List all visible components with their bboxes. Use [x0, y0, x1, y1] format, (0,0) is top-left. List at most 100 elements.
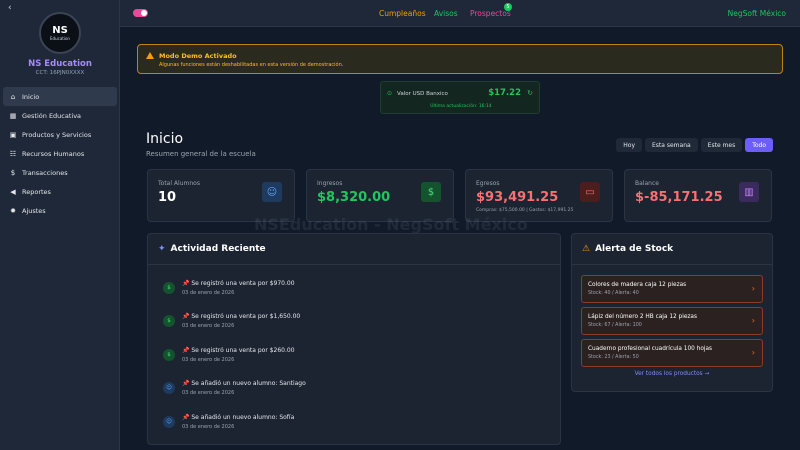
list-item: $ 📌 Se registró una venta por $260.00 03…	[163, 338, 545, 372]
activity-title: Actividad Reciente	[170, 244, 266, 254]
bar-chart-icon: ▥	[739, 182, 759, 202]
user-icon: ☺	[163, 382, 175, 395]
stock-title: Alerta de Stock	[595, 244, 674, 254]
cumpleanos-link[interactable]: Cumpleaños	[379, 9, 426, 18]
list-item: $ 📌 Se registró una venta por $970.00 03…	[163, 271, 545, 305]
recent-activity-panel: ✦ Actividad Reciente $ 📌 Se registró una…	[147, 233, 561, 445]
page-title: Inicio	[146, 131, 184, 147]
stock-list: Colores de madera caja 12 piezas Stock: …	[572, 265, 772, 377]
sparkle-icon: ✦	[158, 244, 166, 254]
filter-semana-button[interactable]: Esta semana	[645, 138, 698, 152]
prospectos-link[interactable]: Prospectos	[470, 9, 511, 18]
activity-date: 03 de enero de 2026	[182, 356, 235, 363]
sidebar-item-label: Recursos Humanos	[22, 149, 85, 158]
chevron-right-icon: ›	[751, 348, 755, 357]
stat-card-balance[interactable]: Balance $-85,171.25 ▥	[624, 169, 772, 222]
main-content: Modo Demo Activado Algunas funciones est…	[120, 27, 800, 450]
dollar-icon: ⊙	[387, 90, 393, 97]
activity-header: ✦ Actividad Reciente	[148, 234, 560, 265]
demo-title: Modo Demo Activado	[159, 52, 237, 60]
period-filters: Hoy Esta semana Este mes Todo	[616, 138, 773, 152]
sidebar-item-reportes[interactable]: ◀ Reportes	[3, 182, 117, 201]
sidebar-item-gestion-educativa[interactable]: ▦ Gestión Educativa	[3, 106, 117, 125]
stock-item[interactable]: Cuaderno profesional cuadrícula 100 hoja…	[581, 339, 763, 367]
demo-banner: Modo Demo Activado Algunas funciones est…	[137, 44, 783, 74]
demo-text: Algunas funciones están deshabilitadas e…	[159, 62, 344, 68]
stat-label: Total Alumnos	[158, 180, 200, 187]
sidebar-item-ajustes[interactable]: ✹ Ajustes	[3, 201, 117, 220]
sidebar-item-productos[interactable]: ▣ Productos y Servicios	[3, 125, 117, 144]
filter-hoy-button[interactable]: Hoy	[616, 138, 642, 152]
school-logo: NS Education	[39, 12, 81, 54]
chevron-right-icon: ›	[751, 316, 755, 325]
sidebar-item-label: Transacciones	[22, 168, 68, 177]
stock-item-meta: Stock: 67 / Alerta: 100	[588, 323, 642, 328]
users-icon: ☺	[262, 182, 282, 202]
megaphone-icon: ◀	[10, 187, 16, 196]
theme-toggle[interactable]	[133, 9, 148, 17]
sidebar-item-label: Reportes	[22, 187, 51, 196]
school-name: NS Education	[28, 59, 92, 69]
view-all-products-link[interactable]: Ver todos los productos →	[581, 371, 763, 377]
sidebar-item-label: Ajustes	[22, 206, 46, 215]
stat-value: $8,320.00	[317, 190, 391, 205]
stat-label: Balance	[635, 180, 659, 187]
filter-mes-button[interactable]: Este mes	[700, 138, 743, 152]
prospectos-badge: 5	[504, 3, 512, 11]
users-icon: ☷	[9, 149, 17, 158]
usd-updated: Última actualización: 16:14	[430, 104, 492, 109]
activity-list: $ 📌 Se registró una venta por $970.00 03…	[148, 265, 560, 439]
usd-value: $17.22	[488, 88, 521, 98]
usd-label: Valor USD Banxico	[397, 91, 448, 97]
activity-text: 📌 Se registró una venta por $1,650.00	[182, 313, 301, 321]
stat-note: Compras: $75,500.00 | Gastos: $17,991.25	[476, 208, 574, 213]
list-item: ☺ 📌 Se añadió un nuevo alumno: Sofía 03 …	[163, 405, 545, 439]
stat-label: Egresos	[476, 180, 500, 187]
sidebar-item-label: Inicio	[22, 92, 40, 101]
sidebar-nav: ⌂ Inicio ▦ Gestión Educativa ▣ Productos…	[3, 87, 117, 220]
refresh-icon[interactable]: ↻	[527, 89, 533, 97]
box-icon: ▣	[9, 130, 17, 139]
sidebar-item-transacciones[interactable]: $ Transacciones	[3, 163, 117, 182]
logo-text: NS	[52, 24, 68, 36]
avisos-link[interactable]: Avisos	[434, 9, 458, 18]
page-subtitle: Resumen general de la escuela	[146, 150, 256, 158]
list-item: $ 📌 Se registró una venta por $1,650.00 …	[163, 305, 545, 339]
school-cct: CCT: 16PJN0XXXX	[35, 70, 85, 76]
stat-label: Ingresos	[317, 180, 343, 187]
stock-header: ⚠ Alerta de Stock	[572, 234, 772, 265]
stat-value: $-85,171.25	[635, 190, 723, 205]
home-icon: ⌂	[10, 92, 16, 101]
graduation-cap-icon: ▦	[9, 111, 17, 120]
sidebar: ‹ NS Education NS Education CCT: 16PJN0X…	[0, 0, 120, 450]
stock-alert-panel: ⚠ Alerta de Stock Colores de madera caja…	[571, 233, 773, 392]
activity-date: 03 de enero de 2026	[182, 289, 235, 296]
filter-todo-button[interactable]: Todo	[745, 138, 773, 152]
dollar-icon: $	[10, 168, 16, 177]
activity-text: 📌 Se añadió un nuevo alumno: Santiago	[182, 380, 306, 388]
warning-icon	[146, 52, 154, 59]
stock-item-name: Lápiz del número 2 HB caja 12 piezas	[588, 314, 698, 320]
stock-item[interactable]: Lápiz del número 2 HB caja 12 piezas Sto…	[581, 307, 763, 335]
activity-date: 03 de enero de 2026	[182, 423, 235, 430]
sidebar-item-inicio[interactable]: ⌂ Inicio	[3, 87, 117, 106]
watermark: NSEducation - NegSoft México	[254, 215, 528, 234]
stock-item[interactable]: Colores de madera caja 12 piezas Stock: …	[581, 275, 763, 303]
activity-text: 📌 Se registró una venta por $260.00	[182, 346, 295, 354]
sidebar-item-label: Productos y Servicios	[22, 130, 92, 139]
activity-text: 📌 Se registró una venta por $970.00	[182, 279, 295, 287]
stat-value: $93,491.25	[476, 190, 559, 205]
activity-text: 📌 Se añadió un nuevo alumno: Sofía	[182, 413, 295, 421]
stock-item-meta: Stock: 23 / Alerta: 50	[588, 355, 639, 360]
collapse-sidebar-icon[interactable]: ‹	[8, 3, 12, 13]
activity-date: 03 de enero de 2026	[182, 323, 235, 330]
dollar-icon: $	[163, 315, 175, 328]
sidebar-item-recursos-humanos[interactable]: ☷ Recursos Humanos	[3, 144, 117, 163]
warning-icon: ⚠	[582, 244, 591, 254]
activity-date: 03 de enero de 2026	[182, 390, 235, 397]
credit-card-icon: ▭	[580, 182, 600, 202]
gear-icon: ✹	[10, 206, 16, 215]
stock-item-meta: Stock: 40 / Alerta: 40	[588, 291, 639, 296]
logo-subtext: Education	[50, 35, 70, 41]
company-name: NegSoft México	[727, 9, 786, 18]
